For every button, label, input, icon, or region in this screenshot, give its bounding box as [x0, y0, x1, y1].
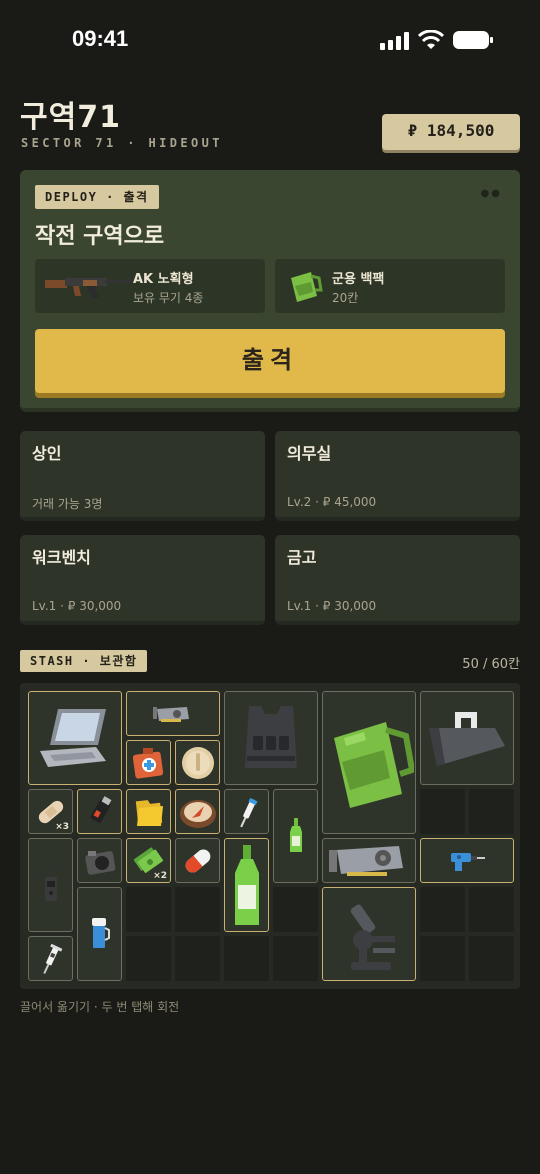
camera-icon — [84, 850, 115, 875]
pill-icon — [185, 849, 210, 872]
stash-item[interactable] — [77, 887, 122, 981]
facility-card-medbay[interactable]: 의무실 Lv.2 · ₽ 45,000 — [275, 431, 520, 521]
bottle-icon — [234, 845, 259, 925]
stash-cell[interactable] — [469, 887, 514, 932]
item-quantity: ×2 — [153, 871, 167, 881]
stash-cell[interactable] — [469, 789, 514, 834]
rifle-icon — [45, 278, 131, 298]
deploy-panel: DEPLOY · 출격 ●● 작전 구역으로 AK 노획형 보유 무기 4종 군… — [20, 170, 520, 412]
stash-item[interactable] — [175, 740, 220, 785]
stash-item[interactable] — [77, 789, 122, 834]
stash-item[interactable] — [175, 838, 220, 883]
weapon-name: AK 노획형 — [133, 272, 194, 287]
deploy-tag: DEPLOY · 출격 — [35, 185, 159, 209]
stash-cell[interactable] — [273, 936, 318, 981]
usb-drive-icon — [90, 795, 111, 823]
facility-sub: Lv.1 · ₽ 30,000 — [32, 599, 122, 613]
stash-item[interactable] — [28, 936, 73, 981]
stash-item[interactable] — [175, 789, 220, 834]
stash-item[interactable] — [322, 887, 416, 981]
laptop-icon — [40, 709, 106, 767]
stash-item[interactable] — [322, 838, 416, 883]
stash-item[interactable] — [126, 691, 220, 736]
page-subtitle: SECTOR 71 · HIDEOUT — [21, 136, 223, 150]
stash-item[interactable] — [28, 691, 122, 785]
injector-icon — [42, 943, 62, 974]
stash-item[interactable] — [126, 789, 171, 834]
stash-cell[interactable] — [469, 936, 514, 981]
stash-cell[interactable] — [175, 887, 220, 932]
facility-card-workbench[interactable]: 워크벤치 Lv.1 · ₽ 30,000 — [20, 535, 265, 625]
toolbox-icon — [429, 712, 505, 766]
deploy-title: 작전 구역으로 — [35, 224, 165, 249]
backpack-slot[interactable]: 군용 백팩 20칸 — [275, 259, 505, 313]
stash-item[interactable] — [420, 691, 514, 785]
item-quantity: ×3 — [55, 822, 69, 832]
stash-item[interactable] — [273, 789, 318, 883]
facility-name: 상인 — [32, 444, 62, 463]
backpack-sub: 20칸 — [332, 291, 359, 305]
currency-badge: ₽ 184,500 — [382, 114, 520, 150]
gpu-icon — [153, 706, 189, 722]
cup-icon — [91, 918, 110, 948]
radio-icon — [44, 867, 57, 901]
facility-name: 의무실 — [287, 444, 332, 463]
bread-icon — [181, 746, 214, 779]
facility-sub: 거래 가능 3명 — [32, 497, 103, 511]
stash-item[interactable] — [420, 838, 514, 883]
stash-cell[interactable] — [273, 887, 318, 932]
stash-item[interactable] — [224, 789, 269, 834]
backpack-icon — [334, 721, 414, 808]
stash-item[interactable]: ×3 — [28, 789, 73, 834]
stash-item[interactable] — [224, 838, 269, 932]
stash-item[interactable] — [224, 691, 318, 785]
stash-hint: 끌어서 옮기기 · 두 번 탭해 회전 — [20, 1000, 180, 1014]
stash-item[interactable] — [126, 740, 171, 785]
backpack-name: 군용 백팩 — [332, 272, 385, 287]
signal-icon — [380, 32, 409, 50]
clock: 09:41 — [72, 26, 129, 51]
medkit-icon — [132, 747, 163, 779]
facility-name: 워크벤치 — [32, 548, 91, 567]
folder-icon — [135, 799, 163, 826]
stash-item[interactable] — [77, 838, 122, 883]
facility-card-trader[interactable]: 상인 거래 가능 3명 — [20, 431, 265, 521]
wifi-icon — [418, 30, 444, 49]
stash-capacity: 50 / 60칸 — [462, 657, 520, 672]
weapon-slot[interactable]: AK 노획형 보유 무기 4종 — [35, 259, 265, 313]
facility-sub: Lv.2 · ₽ 45,000 — [287, 495, 377, 509]
backpack-icon — [291, 272, 323, 302]
armor-vest-icon — [245, 706, 297, 768]
page-title: 구역71 — [20, 100, 121, 135]
syringe-icon — [239, 797, 257, 827]
stash-cell[interactable] — [175, 936, 220, 981]
facility-card-vault[interactable]: 금고 Lv.1 · ₽ 30,000 — [275, 535, 520, 625]
stash-item[interactable] — [322, 691, 416, 834]
stash-item[interactable]: ×2 — [126, 838, 171, 883]
battery-icon — [453, 31, 493, 49]
stash-tag: STASH · 보관함 — [20, 650, 148, 672]
stash-grid[interactable]: ×3 ×2 — [20, 683, 520, 989]
drill-icon — [451, 852, 485, 871]
stash-cell[interactable] — [420, 936, 465, 981]
stash-cell[interactable] — [420, 789, 465, 834]
facility-name: 금고 — [287, 548, 317, 567]
weapon-sub: 보유 무기 4종 — [133, 291, 204, 305]
small-bottle-icon — [289, 818, 302, 852]
gpu-icon — [329, 845, 403, 876]
compass-icon — [179, 799, 216, 828]
stash-cell[interactable] — [126, 887, 171, 932]
more-icon[interactable]: ●● — [481, 188, 502, 199]
stash-cell[interactable] — [126, 936, 171, 981]
deploy-button[interactable]: 출격 — [35, 329, 505, 393]
facility-sub: Lv.1 · ₽ 30,000 — [287, 599, 377, 613]
stash-cell[interactable] — [420, 887, 465, 932]
stash-item[interactable] — [28, 838, 73, 932]
microscope-icon — [350, 904, 395, 970]
status-bar: 09:41 — [0, 0, 540, 80]
stash-cell[interactable] — [224, 936, 269, 981]
